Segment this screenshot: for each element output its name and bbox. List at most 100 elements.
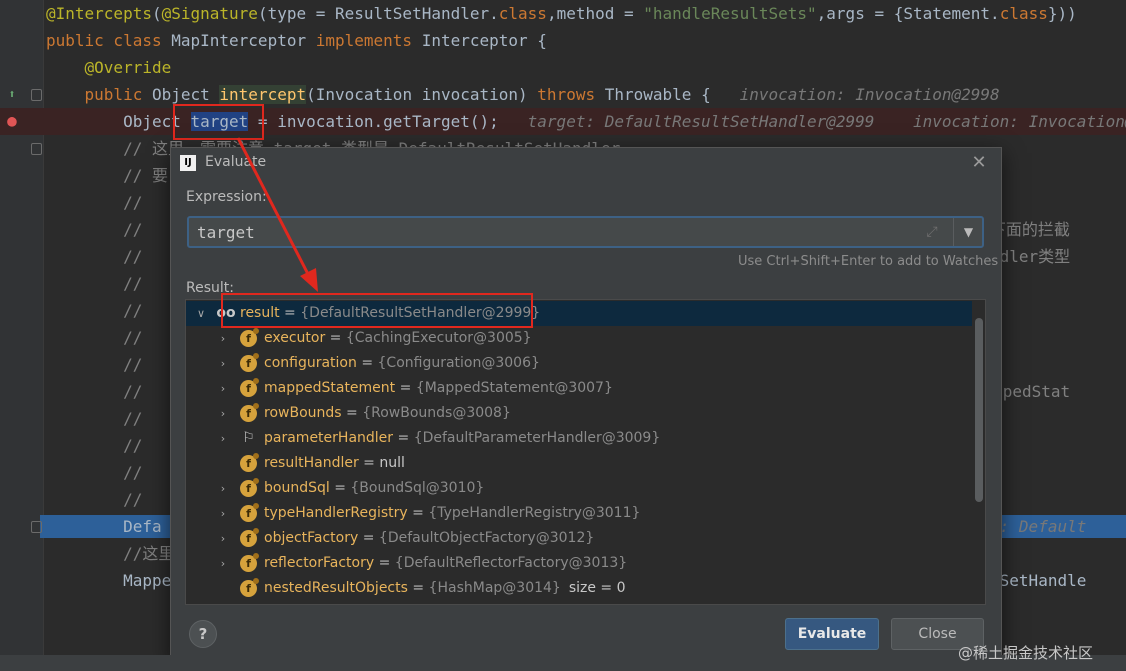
tree-row[interactable]: › f objectFactory = {DefaultObjectFactory@… [186,526,972,551]
code-token: invocation: Invocation@2998 [739,85,1000,104]
fold-marker[interactable] [31,89,42,101]
code-text: // [46,432,142,459]
close-icon[interactable]: ✕ [967,151,991,175]
scrollbar-thumb[interactable] [975,318,983,502]
field-text: reflectorFactory = {DefaultReflectorFact… [264,555,628,571]
field-name: boundSql [264,480,330,496]
field-icon: f [240,378,259,397]
code-line[interactable]: @Intercepts(@Signature(type = ResultSetH… [0,0,1126,27]
chevron-right-icon[interactable]: › [216,501,230,526]
code-line[interactable]: public class MapInterceptor implements I… [0,27,1126,54]
code-text: // 要 [46,162,168,189]
chevron-right-icon[interactable]: › [216,376,230,401]
chevron-right-icon[interactable]: › [216,476,230,501]
field-text: nestedResultObjects = {HashMap@3014} size… [264,580,626,596]
field-value: {RowBounds@3008} [362,405,511,421]
field-value: {TypeHandlerRegistry@3011} [428,505,641,521]
watermark: @稀土掘金技术社区 [958,644,1094,662]
chevron-right-icon[interactable]: › [216,426,230,451]
code-line[interactable]: @Override [0,54,1126,81]
code-text: // [46,324,142,351]
code-line[interactable]: Object target = invocation.getTarget(); … [0,108,1126,135]
code-token: Interceptor { [421,31,547,50]
field-text: executor = {CachingExecutor@3005} [264,330,532,346]
code-token: class [498,4,547,23]
tree-row[interactable]: f resultHandler = null [186,451,972,476]
evaluate-dialog: IJ Evaluate ✕ Expression: ⤢ ▼ Use Ctrl+S… [170,147,1002,662]
field-text: boundSql = {BoundSql@3010} [264,480,485,496]
code-token: Mappe [46,571,172,590]
result-tree[interactable]: ∨ oo result = {DefaultResultSetHandler@2… [185,299,986,605]
chevron-right-icon[interactable]: › [216,326,230,351]
code-token: })) [1047,4,1077,23]
tree-row[interactable]: › f executor = {CachingExecutor@3005} [186,326,972,351]
fold-marker[interactable] [31,143,42,155]
tree-row[interactable]: › f configuration = {Configuration@3006} [186,351,972,376]
code-token: //这里 [46,544,175,563]
evaluate-button[interactable]: Evaluate [785,618,879,650]
chevron-down-icon[interactable]: ∨ [194,301,208,326]
code-token: @Intercepts [46,4,152,23]
code-token: // [46,193,143,212]
field-name: configuration [264,355,357,371]
chevron-right-icon[interactable]: › [216,551,230,576]
chevron-right-icon[interactable]: › [216,351,230,376]
code-token: intercept [219,85,307,104]
code-text: // [46,351,142,378]
code-token: (Invocation invocation) [306,85,538,104]
field-text: rowBounds = {RowBounds@3008} [264,405,511,421]
code-text: // [46,459,142,486]
code-token: Defa [46,517,162,536]
help-button[interactable]: ? [189,620,217,648]
code-text: // [46,297,142,324]
code-line[interactable]: public Object intercept(Invocation invoc… [0,81,1126,108]
code-token: = invocation.getTarget(); [248,112,528,131]
code-token: // [46,328,143,347]
code-token: // [46,463,143,482]
code-token: // [46,436,143,455]
code-text: // [46,486,142,513]
intellij-logo-icon: IJ [180,155,196,171]
code-token: class [999,4,1048,23]
code-token: "handleResultSets" [643,4,817,23]
field-icon: f [240,353,259,372]
field-value: {BoundSql@3010} [350,480,485,496]
tree-row[interactable]: f nestedResultObjects = {HashMap@3014} siz… [186,576,972,601]
field-name: parameterHandler [264,430,394,446]
code-text: @Intercepts(@Signature(type = ResultSetH… [46,0,1077,27]
tree-row[interactable]: › ⚐ parameterHandler = {DefaultParameterHa… [186,426,972,451]
fold-marker[interactable] [31,521,42,533]
chevron-right-icon[interactable]: › [216,401,230,426]
field-icon: f [240,503,259,522]
field-name: reflectorFactory [264,555,375,571]
code-token: throws [537,85,605,104]
expression-input[interactable] [197,220,917,244]
code-token: ,method = [546,4,644,23]
field-icon: f [240,403,259,422]
field-value: {HashMap@3014} [428,580,561,596]
chevron-right-icon[interactable]: › [216,526,230,551]
field-value: {MappedStatement@3007} [415,380,613,396]
tree-row[interactable]: › f typeHandlerRegistry = {TypeHandlerRegi… [186,501,972,526]
code-token: implements [315,31,422,50]
tree-row[interactable]: › f reflectorFactory = {DefaultReflectorFa… [186,551,972,576]
tree-row[interactable]: › f mappedStatement = {MappedStatement@300… [186,376,972,401]
tree-row[interactable]: › f boundSql = {BoundSql@3010} [186,476,972,501]
dialog-title-bar[interactable]: IJ Evaluate ✕ [171,148,1001,178]
expand-icon[interactable]: ⤢ [923,223,941,241]
tree-row[interactable]: › f rowBounds = {RowBounds@3008} [186,401,972,426]
field-name: mappedStatement [264,380,396,396]
override-gutter-icon[interactable]: ⬆ [4,86,20,102]
field-name: resultHandler [264,455,359,471]
history-dropdown-button[interactable]: ▼ [953,218,983,246]
code-token: // [46,220,143,239]
field-name: typeHandlerRegistry [264,505,408,521]
result-highlight-box [221,293,533,328]
field-text: objectFactory = {DefaultObjectFactory@30… [264,530,595,546]
breakpoint-icon[interactable]: ● [4,113,20,129]
code-token: @Signature [161,4,258,23]
field-text: configuration = {Configuration@3006} [264,355,540,371]
code-token: Object [151,85,220,104]
expression-field[interactable]: ⤢ ▼ [187,216,984,248]
